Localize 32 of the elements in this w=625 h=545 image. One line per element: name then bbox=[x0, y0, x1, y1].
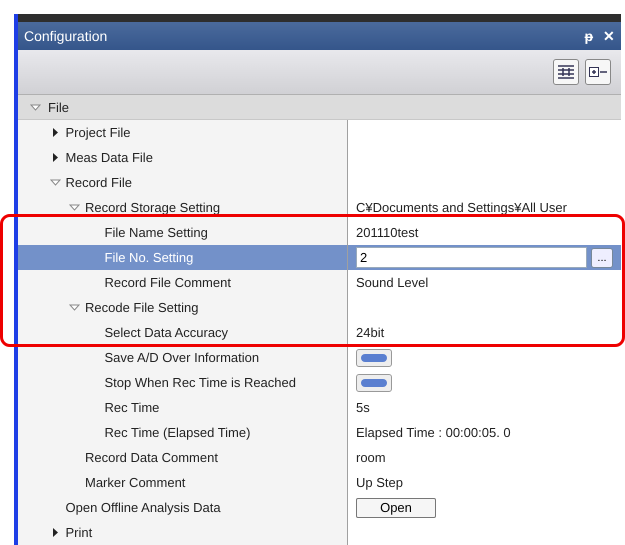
property-value: Up Step bbox=[356, 475, 403, 490]
toggle-button[interactable] bbox=[356, 348, 392, 366]
property-value: Sound Level bbox=[356, 275, 428, 290]
property-label[interactable]: Rec Time bbox=[104, 400, 160, 415]
property-label[interactable]: Marker Comment bbox=[85, 475, 186, 490]
collapse-icon bbox=[589, 67, 607, 77]
collapse-all-button[interactable] bbox=[585, 59, 611, 85]
window-title: Configuration bbox=[24, 28, 108, 44]
categorized-view-button[interactable] bbox=[553, 59, 579, 85]
expanded-caret-icon[interactable] bbox=[69, 202, 80, 213]
pin-button[interactable]: ᵽ bbox=[584, 28, 593, 44]
property-value: Elapsed Time : 00:00:05. 0 bbox=[356, 425, 511, 440]
property-value: 24bit bbox=[356, 325, 384, 340]
property-label[interactable]: Record File bbox=[66, 175, 132, 190]
property-label[interactable]: File Name Setting bbox=[104, 225, 208, 240]
value-field[interactable]: 2 bbox=[356, 247, 587, 268]
expanded-caret-icon[interactable] bbox=[69, 302, 80, 313]
property-value: C¥Documents and Settings¥All User bbox=[356, 200, 567, 215]
property-value: room bbox=[356, 450, 386, 465]
property-label[interactable]: Meas Data File bbox=[66, 150, 153, 165]
property-label[interactable]: Project File bbox=[66, 125, 131, 140]
property-label[interactable]: Print bbox=[66, 525, 92, 540]
list-lines-icon bbox=[557, 64, 575, 80]
property-value: 5s bbox=[356, 400, 370, 415]
toggle-button[interactable] bbox=[356, 374, 392, 392]
close-button[interactable]: ✕ bbox=[603, 28, 615, 44]
property-value: 201110test bbox=[356, 225, 418, 240]
expanded-caret-icon[interactable] bbox=[50, 177, 60, 188]
expanded-caret-icon[interactable] bbox=[30, 102, 41, 112]
open-button[interactable]: Open bbox=[356, 498, 436, 518]
category-label[interactable]: File bbox=[46, 98, 71, 116]
browse-button[interactable]: ... bbox=[591, 248, 613, 268]
